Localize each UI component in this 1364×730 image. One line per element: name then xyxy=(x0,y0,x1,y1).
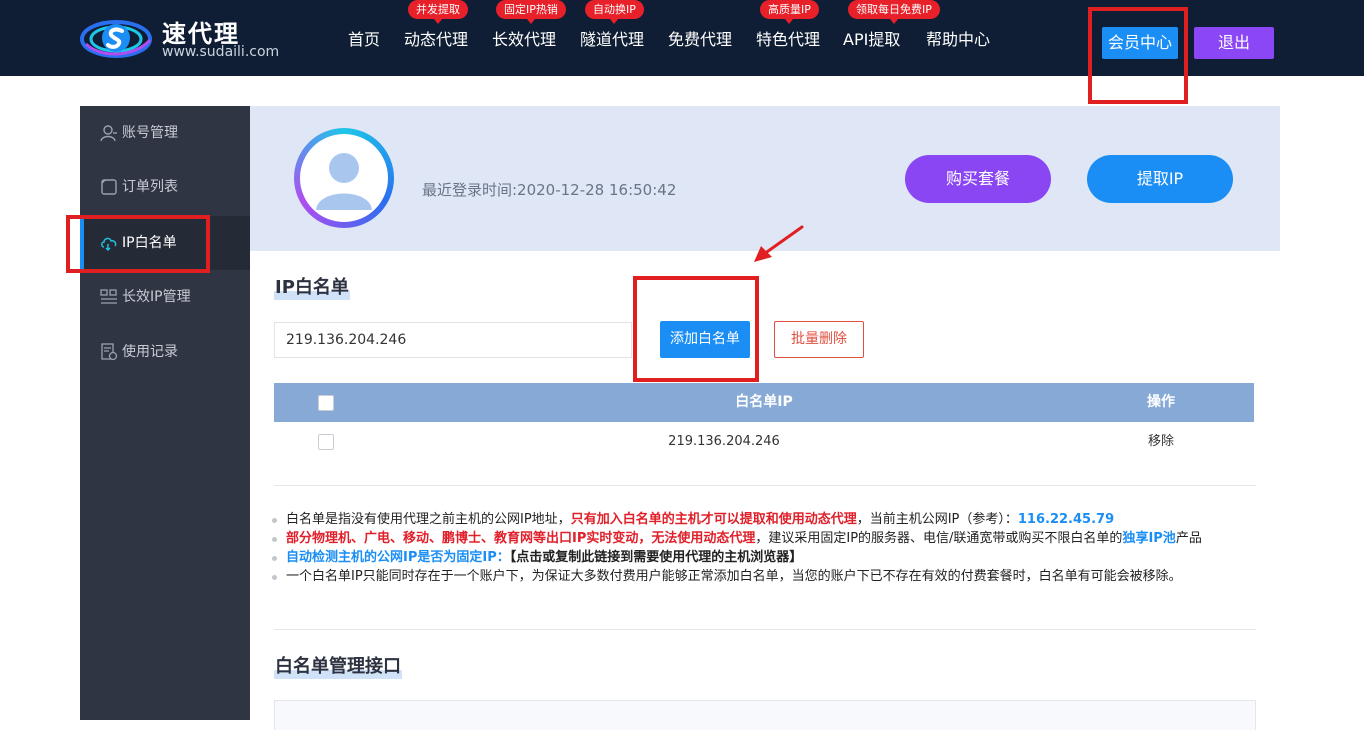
nav-dynamic-proxy[interactable]: 动态代理 xyxy=(404,28,468,52)
last-login-time: 最近登录时间:2020-12-28 16:50:42 xyxy=(422,181,677,199)
avatar[interactable] xyxy=(294,128,394,228)
current-public-ip: 116.22.45.79 xyxy=(1017,512,1115,527)
nav-featured-proxy[interactable]: 特色代理 xyxy=(756,28,820,52)
section-title-api: 白名单管理接口 xyxy=(274,655,402,679)
pointer-arrow-icon xyxy=(754,225,804,262)
nav-home[interactable]: 首页 xyxy=(348,28,380,52)
buy-package-button[interactable]: 购买套餐 xyxy=(905,155,1051,203)
whitelist-ip-input[interactable] xyxy=(274,322,632,358)
exclusive-ip-pool-link[interactable]: 独享IP池 xyxy=(1122,531,1175,546)
highlight-box-member-center xyxy=(1088,7,1188,104)
nav-free-proxy[interactable]: 免费代理 xyxy=(668,28,732,52)
row-ip: 219.136.204.246 xyxy=(668,434,780,449)
remove-link[interactable]: 移除 xyxy=(1134,422,1188,461)
sidebar-item-orders[interactable]: 订单列表 xyxy=(80,160,250,214)
nav-help-center[interactable]: 帮助中心 xyxy=(926,28,990,52)
divider xyxy=(274,629,1256,630)
sidebar-item-label: 使用记录 xyxy=(122,344,178,360)
nav-tunnel-proxy[interactable]: 隧道代理 xyxy=(580,28,644,52)
sidebar-item-label: 账号管理 xyxy=(122,125,178,141)
api-panel xyxy=(274,700,1256,730)
logo-swirl-icon xyxy=(80,20,152,58)
grid-icon xyxy=(100,289,117,304)
nav-badge-dynamic: 并发提取 xyxy=(408,0,468,24)
record-icon xyxy=(101,343,118,361)
main-content: 最近登录时间:2020-12-28 16:50:42 购买套餐 提取IP IP白… xyxy=(250,106,1280,730)
divider xyxy=(274,485,1256,486)
section-title-ip-whitelist: IP白名单 xyxy=(274,276,350,300)
table-row: 219.136.204.246 移除 xyxy=(274,422,1254,461)
highlight-box-add-whitelist xyxy=(633,276,759,382)
logout-button[interactable]: 退出 xyxy=(1194,27,1274,59)
site-logo[interactable]: 速代理 www.sudaili.com xyxy=(80,12,300,64)
fixed-ip-check-link[interactable]: 自动检测主机的公网IP是否为固定IP： xyxy=(286,550,510,565)
sidebar-item-long-term-ip[interactable]: 长效IP管理 xyxy=(80,270,250,324)
nav-long-term-proxy[interactable]: 长效代理 xyxy=(492,28,556,52)
note-item: 白名单是指没有使用代理之前主机的公网IP地址，只有加入白名单的主机才可以提取和使… xyxy=(272,510,1262,529)
sidebar-item-label: 订单列表 xyxy=(122,179,178,195)
nav-badge-tunnel: 自动换IP xyxy=(585,0,644,24)
note-item: 一个白名单IP只能同时存在于一个账户下，为保证大多数付费用户能够正常添加白名单，… xyxy=(272,567,1262,586)
nav-badge-api: 领取每日免费IP xyxy=(848,0,940,24)
note-item: 部分物理机、广电、移动、鹏博士、教育网等出口IP实时变动，无法使用动态代理，建议… xyxy=(272,529,1262,548)
default-avatar-icon xyxy=(316,153,372,210)
batch-delete-button[interactable]: 批量删除 xyxy=(774,321,864,358)
sidebar-item-label: 长效IP管理 xyxy=(122,289,191,305)
nav-badge-featured: 高质量IP xyxy=(760,0,819,24)
highlight-box-ip-whitelist xyxy=(66,215,210,273)
sidebar-item-account[interactable]: 账号管理 xyxy=(80,106,250,160)
sidebar-item-usage-records[interactable]: 使用记录 xyxy=(80,325,250,379)
sidebar: 账号管理 订单列表 IP白名单 长效IP管理 使用记录 xyxy=(80,106,250,720)
column-header-ip: 白名单IP xyxy=(735,394,793,410)
nav-badge-long-term: 固定IP热销 xyxy=(496,0,566,24)
brand-url: www.sudaili.com xyxy=(162,44,280,60)
table-header: 白名单IP 操作 xyxy=(274,383,1254,422)
nav-api-extract[interactable]: API提取 xyxy=(843,28,900,52)
note-item: 自动检测主机的公网IP是否为固定IP：【点击或复制此链接到需要使用代理的主机浏览… xyxy=(272,548,1262,567)
user-icon xyxy=(100,125,117,142)
column-header-action: 操作 xyxy=(1147,394,1175,410)
document-icon xyxy=(101,179,117,195)
whitelist-notes: 白名单是指没有使用代理之前主机的公网IP地址，只有加入白名单的主机才可以提取和使… xyxy=(272,510,1262,586)
extract-ip-button[interactable]: 提取IP xyxy=(1087,155,1233,203)
